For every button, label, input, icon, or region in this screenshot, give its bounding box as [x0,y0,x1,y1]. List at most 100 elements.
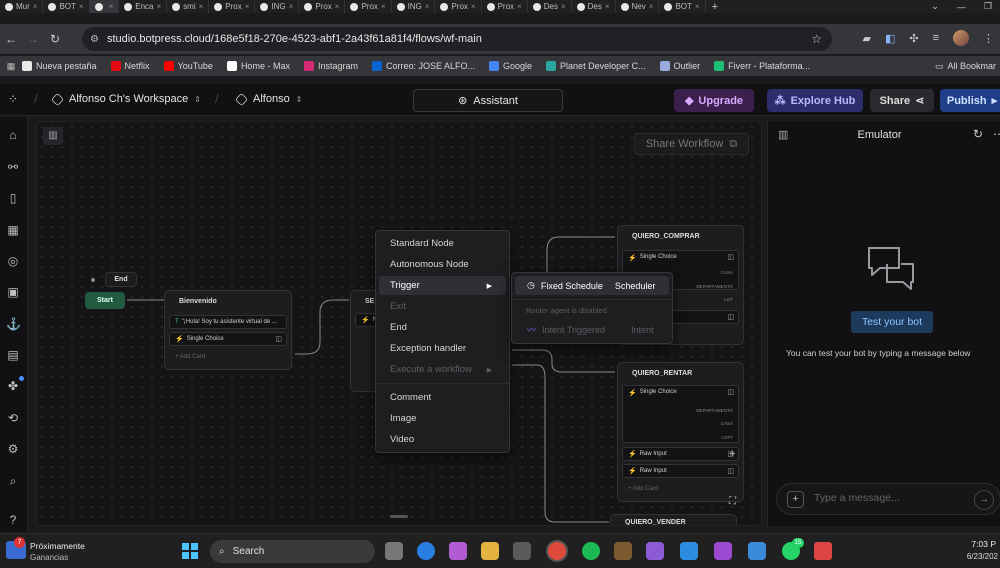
canvas-drag-handle[interactable] [390,515,408,518]
browser-tab[interactable]: × [89,0,120,13]
browser-tab[interactable]: Prox × [482,0,528,13]
tab-close-icon[interactable]: × [471,2,476,11]
node-quiero-rentar[interactable]: QUIERO_RENTAR ⚡ Single Choice ◫ DEPARTAM… [617,362,744,502]
text-card[interactable]: T "¡Hola! Soy tu asistente virtual de ..… [169,315,287,329]
history-icon[interactable]: ⟲ [6,411,20,425]
bookmark-item[interactable]: Planet Developer C... [546,61,646,71]
message-input[interactable] [814,492,964,504]
card-menu-icon[interactable]: ◫ [275,335,282,343]
browser-tab[interactable]: Nev × [616,0,660,13]
apps-grid-icon[interactable]: ▦ [0,61,22,72]
tab-close-icon[interactable]: × [156,2,161,11]
tab-close-icon[interactable]: × [649,2,654,11]
start-node[interactable]: Start [85,292,125,309]
bookmark-star-icon[interactable]: ☆ [811,32,822,46]
knowledge-book-icon[interactable]: ▯ [6,191,20,205]
bookmark-item[interactable]: YouTube [163,61,213,71]
bookmark-item[interactable]: Home - Max [226,61,290,71]
zoom-in-icon[interactable]: + [729,448,735,460]
card-menu-icon[interactable]: ◫ [727,467,734,475]
add-card-link[interactable]: + Add Card [628,486,658,492]
tab-close-icon[interactable]: × [289,2,294,11]
explore-hub-button[interactable]: ⁂ Explore Hub [767,89,863,112]
menu-item-video[interactable]: Video [379,430,506,449]
home-icon[interactable]: ⌂ [6,128,20,142]
raw-input-card[interactable]: ⚡ Raw Input ◫ [622,464,739,478]
share-button[interactable]: Share ⋖ [870,89,934,112]
publish-button[interactable]: Publish ▸ [940,89,1000,112]
bookmark-item[interactable]: Outlier [659,61,700,71]
search-icon[interactable]: ⌕ [6,474,20,488]
assistant-button[interactable]: ⊛ Assistant [413,89,563,112]
flows-icon[interactable]: ⚯ [6,160,20,174]
attach-plus-icon[interactable]: + [787,491,804,508]
bot-icon[interactable]: ▣ [6,285,20,299]
site-settings-icon[interactable]: ⚙ [90,34,99,45]
more-icon[interactable]: ⋯ [993,127,1000,141]
notepad-icon[interactable] [748,542,766,560]
browser-tab[interactable]: Des × [572,0,616,13]
end-port[interactable] [91,278,95,282]
refresh-icon[interactable]: ↻ [973,127,983,141]
tables-icon[interactable]: ▦ [6,223,20,237]
minecraft-icon[interactable] [614,542,632,560]
extension-icon[interactable]: ▰ [862,32,870,45]
send-arrow-icon[interactable]: → [974,490,994,510]
reload-icon[interactable]: ↻ [44,32,66,46]
forward-icon[interactable]: → [22,32,44,46]
task-view-icon[interactable] [385,542,403,560]
browser-tab[interactable]: Prox × [345,0,392,13]
browser-tab[interactable]: Des × [528,0,572,13]
node-bienvenido[interactable]: Bienvenido T "¡Hola! Soy tu asistente vi… [164,290,292,370]
tab-close-icon[interactable]: × [245,2,250,11]
new-tab-icon[interactable]: + [706,1,724,13]
settings-gear-icon[interactable]: ⚙ [6,442,20,456]
bookmark-item[interactable]: Correo: JOSE ALFO... [371,61,475,71]
windows-start-icon[interactable] [182,543,198,559]
browser-tab[interactable]: Mur × [0,0,44,13]
menu-icon[interactable]: ⋮ [983,32,994,45]
tab-close-icon[interactable]: × [381,2,386,11]
end-node[interactable]: End [105,272,137,287]
taskbar-search[interactable]: ⌕ Search [210,540,375,563]
card-menu-icon[interactable]: ◫ [727,388,734,396]
puzzle-icon[interactable]: ✣ [909,32,918,45]
browser-tab[interactable]: Prox × [435,0,482,13]
browser-tab[interactable]: smi × [167,0,210,13]
tab-close-icon[interactable]: × [79,2,84,11]
browser-tab[interactable]: BOT × [43,0,90,13]
botpress-logo-icon[interactable]: ⁘ [8,92,18,106]
tab-close-icon[interactable]: × [335,2,340,11]
browser-tab[interactable]: BOT × [659,0,706,13]
bookmark-item[interactable]: Instagram [303,61,358,71]
bot-selector[interactable]: Alfonso ⇕ [234,92,302,106]
add-card-link[interactable]: + Add Card [175,354,205,360]
clock-date[interactable]: 6/23/202 [967,552,998,561]
menu-item-autonomous-node[interactable]: Autonomous Node [379,255,506,274]
browser-tab[interactable]: ING × [255,0,300,13]
maximize-icon[interactable]: ❐ [984,1,992,12]
vscode-icon[interactable] [680,542,698,560]
all-bookmarks-folder[interactable]: ▭ All Bookmar [935,56,1000,76]
agents-icon[interactable]: ◎ [6,254,20,268]
visual-studio-icon[interactable] [646,542,664,560]
bookmark-item[interactable]: Netflix [110,61,150,71]
tab-close-icon[interactable]: × [561,2,566,11]
tab-close-icon[interactable]: × [695,2,700,11]
fit-view-icon[interactable]: ⛶ [729,496,736,507]
tab-close-icon[interactable]: × [109,2,114,11]
menu-item-standard-node[interactable]: Standard Node [379,234,506,253]
browser-tab[interactable]: Prox × [209,0,256,13]
chrome-icon[interactable] [548,542,566,560]
bookmark-icon[interactable]: ▤ [6,348,20,362]
test-your-bot-button[interactable]: Test your bot [851,311,933,333]
help-icon[interactable]: ? [6,513,20,527]
store-icon[interactable] [513,542,531,560]
bookmark-item[interactable]: Google [489,61,532,71]
single-choice-card[interactable]: ⚡ Single Choice ◫ [169,332,287,346]
profile-avatar[interactable] [953,30,969,46]
menu-item-comment[interactable]: Comment [379,388,506,407]
menu-item-image[interactable]: Image [379,409,506,428]
tab-close-icon[interactable]: × [517,2,522,11]
tab-close-icon[interactable]: × [33,2,38,11]
